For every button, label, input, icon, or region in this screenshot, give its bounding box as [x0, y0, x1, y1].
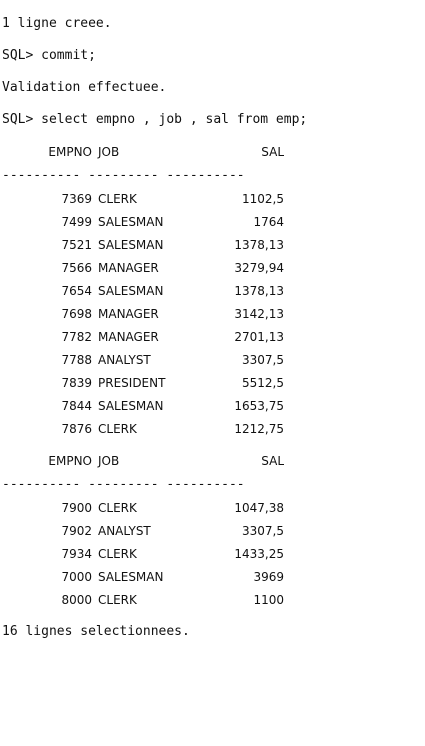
query-result: EMPNO JOB SAL ---------- --------- --------…: [2, 144, 307, 608]
job-cell: CLERK: [98, 422, 137, 436]
result-page: EMPNO JOB SAL ---------- --------- --------…: [2, 144, 307, 437]
empno-cell: 7698: [61, 307, 92, 321]
empno-cell: 7934: [61, 547, 92, 561]
job-cell: PRESIDENT: [98, 376, 166, 390]
sal-cell: 1433,25: [234, 547, 284, 561]
empno-cell: 7844: [61, 399, 92, 413]
empno-cell: 7654: [61, 284, 92, 298]
sal-cell: 1378,13: [234, 238, 284, 252]
rows-selected-footer: 16 lignes selectionnees.: [2, 624, 190, 639]
job-cell: MANAGER: [98, 261, 159, 275]
empno-cell: 7782: [61, 330, 92, 344]
table-row: 7844 SALESMAN 1653,75: [2, 398, 307, 414]
sal-cell: 1653,75: [234, 399, 284, 413]
empno-cell: 7369: [61, 192, 92, 206]
empno-header: EMPNO: [48, 454, 92, 468]
empno-cell: 7900: [61, 501, 92, 515]
sal-cell: 1047,38: [234, 501, 284, 515]
job-cell: SALESMAN: [98, 399, 164, 413]
result-page: EMPNO JOB SAL ---------- --------- --------…: [2, 453, 307, 608]
job-cell: ANALYST: [98, 353, 151, 367]
separator-dashes: ---------- --------- ----------: [2, 168, 245, 183]
empno-cell: 7566: [61, 261, 92, 275]
table-row: 8000 CLERK 1100: [2, 592, 307, 608]
empno-cell: 7902: [61, 524, 92, 538]
sal-header: SAL: [261, 454, 284, 468]
table-row: 7000 SALESMAN 3969: [2, 569, 307, 585]
insert-feedback-line: 1 ligne creee.: [2, 16, 112, 31]
table-row: 7499 SALESMAN 1764: [2, 214, 307, 230]
sal-cell: 3142,13: [234, 307, 284, 321]
table-row: 7902 ANALYST 3307,5: [2, 523, 307, 539]
job-cell: CLERK: [98, 547, 137, 561]
table-row: 7654 SALESMAN 1378,13: [2, 283, 307, 299]
column-separator: ---------- --------- ----------: [2, 477, 307, 493]
table-row: 7698 MANAGER 3142,13: [2, 306, 307, 322]
sql-console-output: 1 ligne creee. SQL> commit; Validation e…: [2, 16, 307, 640]
empno-cell: 7521: [61, 238, 92, 252]
empno-cell: 7499: [61, 215, 92, 229]
empno-cell: 8000: [61, 593, 92, 607]
table-row: 7900 CLERK 1047,38: [2, 500, 307, 516]
job-cell: SALESMAN: [98, 570, 164, 584]
select-command-line: SQL> select empno , job , sal from emp;: [2, 112, 308, 127]
sal-cell: 3969: [253, 570, 284, 584]
table-row: 7782 MANAGER 2701,13: [2, 329, 307, 345]
table-row: 7934 CLERK 1433,25: [2, 546, 307, 562]
job-cell: CLERK: [98, 501, 137, 515]
job-cell: MANAGER: [98, 330, 159, 344]
sal-cell: 1378,13: [234, 284, 284, 298]
sal-cell: 3307,5: [242, 353, 284, 367]
column-header-row: EMPNO JOB SAL: [2, 453, 307, 469]
table-row: 7788 ANALYST 3307,5: [2, 352, 307, 368]
sal-cell: 1102,5: [242, 192, 284, 206]
column-separator: ---------- --------- ----------: [2, 168, 307, 184]
table-row: 7521 SALESMAN 1378,13: [2, 237, 307, 253]
table-row: 7876 CLERK 1212,75: [2, 421, 307, 437]
empno-header: EMPNO: [48, 145, 92, 159]
job-cell: CLERK: [98, 192, 137, 206]
validation-feedback-line: Validation effectuee.: [2, 80, 167, 95]
job-cell: SALESMAN: [98, 284, 164, 298]
commit-command-line: SQL> commit;: [2, 48, 96, 63]
sal-cell: 5512,5: [242, 376, 284, 390]
empno-cell: 7839: [61, 376, 92, 390]
table-row: 7839 PRESIDENT 5512,5: [2, 375, 307, 391]
job-cell: SALESMAN: [98, 215, 164, 229]
empno-cell: 7000: [61, 570, 92, 584]
sal-header: SAL: [261, 145, 284, 159]
job-header: JOB: [98, 145, 120, 159]
separator-dashes: ---------- --------- ----------: [2, 477, 245, 492]
job-cell: MANAGER: [98, 307, 159, 321]
sal-cell: 1212,75: [234, 422, 284, 436]
table-row: 7566 MANAGER 3279,94: [2, 260, 307, 276]
job-cell: SALESMAN: [98, 238, 164, 252]
sal-cell: 3307,5: [242, 524, 284, 538]
empno-cell: 7876: [61, 422, 92, 436]
job-cell: ANALYST: [98, 524, 151, 538]
empno-cell: 7788: [61, 353, 92, 367]
sal-cell: 3279,94: [234, 261, 284, 275]
table-row: 7369 CLERK 1102,5: [2, 191, 307, 207]
job-header: JOB: [98, 454, 120, 468]
sal-cell: 1764: [253, 215, 284, 229]
sal-cell: 1100: [253, 593, 284, 607]
job-cell: CLERK: [98, 593, 137, 607]
sal-cell: 2701,13: [234, 330, 284, 344]
column-header-row: EMPNO JOB SAL: [2, 144, 307, 160]
